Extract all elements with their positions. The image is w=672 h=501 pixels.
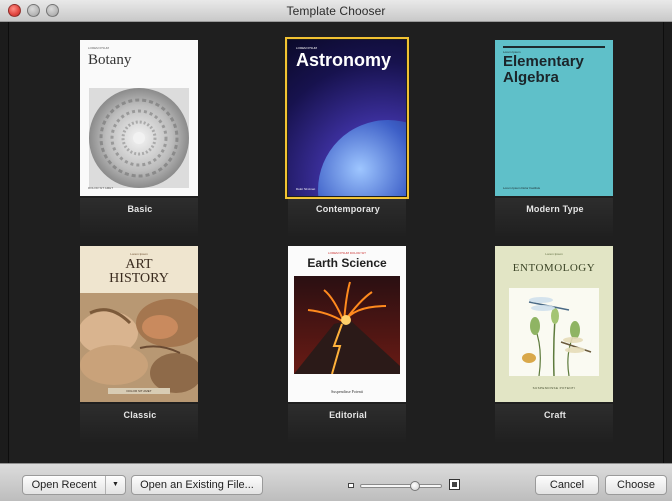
template-cover-elementary-algebra[interactable]: Lorem Ipsum Elementary Algebra Lorem Ips… xyxy=(495,40,613,196)
template-label: Contemporary xyxy=(316,204,380,214)
open-recent-button[interactable]: Open Recent ▼ xyxy=(22,475,126,495)
small-thumbnail-icon xyxy=(348,483,354,488)
template-cover-entomology[interactable]: Lorem Ipsum ENTOMOLOGY SUSPENDISSE POTEN… xyxy=(495,246,613,402)
open-recent-label: Open Recent xyxy=(31,479,97,491)
dahlia-flower-image xyxy=(89,88,189,188)
template-chooser-window: Template Chooser LOREM IPSUM Botany DOLO… xyxy=(0,0,672,501)
cover-footer: Suspendisse Potenti xyxy=(331,389,363,394)
template-label: Classic xyxy=(123,410,157,420)
cover-footer: Lorem Ipsum Dolor Facilisis xyxy=(503,186,541,190)
choose-button[interactable]: Choose xyxy=(605,475,667,495)
large-thumbnail-icon xyxy=(449,479,460,490)
cover-small-text: Lorem Ipsum xyxy=(545,252,563,256)
cancel-button[interactable]: Cancel xyxy=(535,475,599,495)
zoom-slider-track[interactable] xyxy=(360,484,442,488)
fresco-painting-image xyxy=(80,293,198,402)
template-cover-art-history[interactable]: Lorem Ipsum ART HISTORY DOLOR SIT AMET xyxy=(80,246,198,402)
template-label: Modern Type xyxy=(526,204,584,214)
template-grid: LOREM IPSUM Botany DOLOR SIT AMET Basic … xyxy=(8,22,664,463)
cover-footer: DOLOR SIT AMET xyxy=(88,186,114,190)
planet-image xyxy=(318,120,406,196)
cover-title-line: HISTORY xyxy=(109,271,169,286)
cover-title: ENTOMOLOGY xyxy=(512,262,596,274)
chevron-down-icon[interactable]: ▼ xyxy=(105,476,125,494)
cover-rule xyxy=(503,46,605,48)
cover-small-text: Lorem Ipsum xyxy=(130,252,148,256)
template-cover-earth-science[interactable]: LOREM IPSUM DOLOR SIT Earth Science Susp… xyxy=(288,246,406,402)
dragonfly-illustration xyxy=(509,288,599,376)
cover-title: Earth Science xyxy=(307,256,387,270)
cover-small-text: LOREM IPSUM xyxy=(88,46,110,50)
cover-title-line: Algebra xyxy=(503,69,559,86)
cover-title: ART HISTORY xyxy=(80,258,198,286)
zoom-slider[interactable] xyxy=(348,479,462,491)
template-label: Basic xyxy=(127,204,153,214)
template-cover-astronomy[interactable]: LOREM IPSUM Astronomy Dolor Sit Amet xyxy=(285,37,409,199)
cover-title: Astronomy xyxy=(296,50,392,70)
cover-title: Elementary Algebra xyxy=(503,54,584,86)
cover-title: Botany xyxy=(88,52,132,68)
template-cover-botany[interactable]: LOREM IPSUM Botany DOLOR SIT AMET xyxy=(80,40,198,196)
cover-title-line: ART xyxy=(125,257,153,272)
bottom-toolbar: Open Recent ▼ Open an Existing File... C… xyxy=(0,463,672,501)
volcano-image xyxy=(294,276,400,374)
cover-title-line: Elementary xyxy=(503,53,584,70)
cover-footer: DOLOR SIT AMET xyxy=(108,388,170,394)
template-label: Craft xyxy=(543,410,566,420)
cover-footer: SUSPENDISSE POTENTI xyxy=(532,386,576,390)
cover-footer: Dolor Sit Amet xyxy=(296,187,316,191)
zoom-slider-knob[interactable] xyxy=(410,481,421,491)
window-title: Template Chooser xyxy=(286,4,386,18)
title-bar[interactable]: Template Chooser xyxy=(0,0,672,22)
open-existing-file-button[interactable]: Open an Existing File... xyxy=(131,475,263,495)
cover-small-text: LOREM IPSUM DOLOR SIT xyxy=(327,251,366,255)
template-label: Editorial xyxy=(329,410,367,420)
